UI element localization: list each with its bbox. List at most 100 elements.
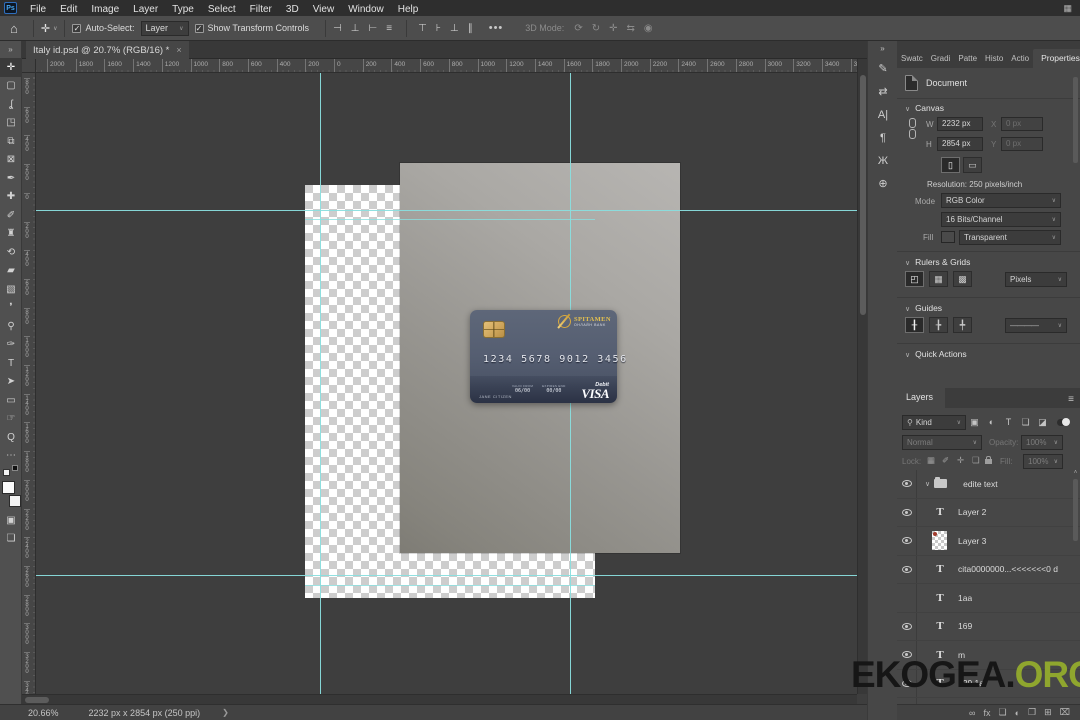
ruler-origin-corner[interactable]: [22, 59, 36, 73]
foreground-color-swatch[interactable]: [2, 481, 15, 494]
more-options-icon[interactable]: •••: [489, 22, 504, 34]
eye-icon[interactable]: [901, 508, 912, 516]
hand-tool[interactable]: ☞: [0, 410, 22, 429]
menu-view[interactable]: View: [306, 4, 342, 15]
landscape-orientation-button[interactable]: ▭: [963, 157, 982, 173]
guides-icon[interactable]: ╂: [905, 317, 924, 333]
vertical-guide[interactable]: [320, 73, 321, 694]
adjustment-layer-icon[interactable]: ◐: [1015, 708, 1020, 718]
layer-row[interactable]: ∨ edite text: [897, 470, 1080, 499]
tab-patte[interactable]: Patte: [954, 50, 981, 68]
distribute-vertical-centers-icon[interactable]: ⊦: [436, 23, 441, 34]
gradient-tool[interactable]: ▧: [0, 280, 22, 299]
horizontal-ruler[interactable]: 2000 1800 1600 1400 1200 1000 800 600 400 200 0 200…: [36, 59, 857, 73]
align-right-edges-icon[interactable]: ⊢: [369, 23, 378, 34]
bit-depth-dropdown[interactable]: 16 Bits/Channel ∨: [941, 212, 1061, 227]
menu-layer[interactable]: Layer: [126, 4, 165, 15]
object-selection-tool[interactable]: ◳: [0, 114, 22, 133]
filter-kind-dropdown[interactable]: ⚲ Kind ∨: [902, 414, 966, 430]
opacity-field[interactable]: 100% ∨: [1021, 435, 1063, 450]
edit-toolbar-icon[interactable]: ⋯: [0, 447, 22, 466]
layer-row[interactable]: Layer 3: [897, 527, 1080, 556]
glyphs-panel-icon[interactable]: Ж: [868, 149, 898, 172]
horizontal-guide-short[interactable]: [305, 585, 595, 586]
tab-properties[interactable]: Properties: [1033, 49, 1080, 68]
lock-guides-icon[interactable]: ╊: [929, 317, 948, 333]
menu-image[interactable]: Image: [84, 4, 126, 15]
new-layer-icon[interactable]: ⊞: [1044, 707, 1052, 718]
crop-tool[interactable]: ⧉: [0, 132, 22, 151]
chevron-down-icon[interactable]: ∨: [925, 480, 930, 488]
tab-actio[interactable]: Actio: [1007, 50, 1033, 68]
tab-layers[interactable]: Layers: [897, 388, 946, 408]
blend-mode-dropdown[interactable]: Normal ∨: [902, 435, 982, 450]
brush-tool[interactable]: ✐: [0, 206, 22, 225]
dodge-tool[interactable]: ⚲: [0, 317, 22, 336]
history-brush-tool[interactable]: ⟲: [0, 243, 22, 262]
history-panel-icon[interactable]: ✎: [868, 57, 898, 80]
character-panel-icon[interactable]: A|: [868, 103, 898, 126]
color-swatches[interactable]: [2, 481, 21, 507]
toggle-pixel-grid-button[interactable]: ▩: [953, 271, 972, 287]
vertical-ruler[interactable]: 800 600 400 200 0 200 400 600 800 1000 1200 1400 160…: [22, 73, 36, 694]
zoom-level-field[interactable]: 20.66%: [28, 708, 59, 718]
vertical-scrollbar[interactable]: [857, 59, 867, 694]
move-tool[interactable]: ✛: [0, 58, 22, 77]
vertical-scrollbar-thumb[interactable]: [860, 75, 866, 315]
background-color-swatch[interactable]: [9, 495, 21, 507]
status-options-icon[interactable]: ❯: [222, 708, 229, 717]
comments-panel-icon[interactable]: ⇄: [868, 80, 898, 103]
lock-artboard-icon[interactable]: ❏: [972, 455, 980, 466]
tab-gradi[interactable]: Gradi: [927, 50, 955, 68]
menu-3d[interactable]: 3D: [279, 4, 306, 15]
filter-toggle-switch[interactable]: [1057, 417, 1070, 426]
delete-layer-icon[interactable]: ⌧: [1060, 707, 1070, 718]
menu-type[interactable]: Type: [165, 4, 201, 15]
menu-help[interactable]: Help: [391, 4, 426, 15]
document-tab[interactable]: Italy id.psd @ 20.7% (RGB/16) * ×: [26, 41, 189, 59]
distribute-top-edges-icon[interactable]: ⊤: [418, 23, 427, 34]
layer-effects-icon[interactable]: fx: [983, 708, 990, 718]
properties-scrollbar-thumb[interactable]: [1073, 77, 1078, 163]
lasso-tool[interactable]: ʆ: [0, 95, 22, 114]
collapse-tools-icon[interactable]: »: [0, 41, 21, 58]
layers-scrollbar-thumb[interactable]: [1073, 479, 1078, 541]
tab-swatc[interactable]: Swatc: [897, 50, 927, 68]
layer-visibility-cell[interactable]: [897, 555, 917, 583]
quick-mask-icon[interactable]: ▣: [0, 511, 22, 530]
toggle-grid-button[interactable]: ▦: [929, 271, 948, 287]
align-bottom-edges-icon[interactable]: ≡: [386, 23, 392, 34]
filter-pixel-layers-icon[interactable]: ▣: [966, 417, 983, 428]
lock-transparent-icon[interactable]: ▦: [927, 455, 935, 466]
credit-card-layer[interactable]: SPITAMEN ОНЛАЙН BANK 1234 5678 9012 3456…: [470, 310, 626, 403]
zoom-tool[interactable]: Q: [0, 428, 22, 447]
quick-actions-section-header[interactable]: ∨ Quick Actions: [905, 349, 967, 359]
align-horizontal-centers-icon[interactable]: ⊥: [351, 23, 360, 34]
type-tool[interactable]: T: [0, 354, 22, 373]
horizontal-guide-short[interactable]: [305, 219, 595, 220]
fill-dropdown[interactable]: Transparent ∨: [959, 230, 1061, 245]
distribute-bottom-edges-icon[interactable]: ⊥: [450, 23, 459, 34]
distribute-horizontal-icon[interactable]: ∥: [468, 23, 473, 34]
layers-fill-field[interactable]: 100% ∨: [1023, 454, 1063, 469]
filter-adjustment-layers-icon[interactable]: ◐: [983, 417, 1000, 428]
layer-visibility-cell[interactable]: [897, 584, 917, 612]
layer-row[interactable]: T 169: [897, 612, 1080, 641]
pen-tool[interactable]: ✑: [0, 336, 22, 355]
menu-filter[interactable]: Filter: [243, 4, 279, 15]
height-field[interactable]: 2854 px: [937, 137, 983, 151]
current-tool-indicator[interactable]: ✛ ∨: [41, 22, 58, 35]
guide-style-dropdown[interactable]: ———— ∨: [1005, 318, 1067, 333]
paragraph-panel-icon[interactable]: ¶: [868, 126, 898, 149]
marquee-tool[interactable]: ▢: [0, 77, 22, 96]
layer-mask-icon[interactable]: ❏: [998, 707, 1006, 718]
filter-shape-layers-icon[interactable]: ❏: [1017, 417, 1034, 428]
layer-row[interactable]: T 1aa: [897, 584, 1080, 613]
align-left-edges-icon[interactable]: ⊣: [333, 23, 342, 34]
eye-icon[interactable]: [901, 537, 912, 545]
horizontal-guide[interactable]: [36, 575, 857, 576]
rulers-grids-section-header[interactable]: ∨ Rulers & Grids: [905, 257, 970, 267]
layer-visibility-cell[interactable]: [897, 470, 917, 498]
expand-panels-icon[interactable]: »: [868, 41, 897, 57]
default-colors-icon[interactable]: [3, 465, 19, 476]
